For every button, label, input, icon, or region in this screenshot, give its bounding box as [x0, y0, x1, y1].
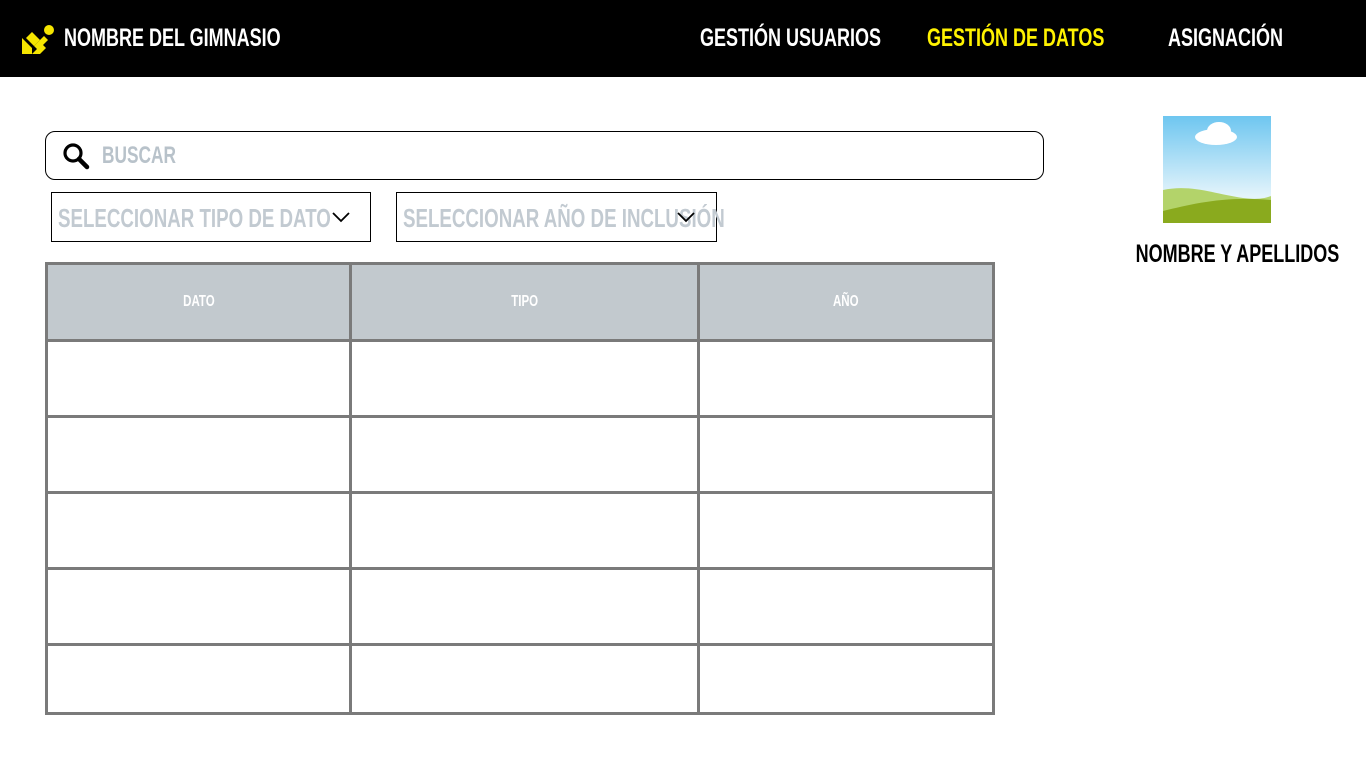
column-header-ano[interactable]: AÑO [696, 262, 996, 342]
data-type-select-label: SELECCIONAR TIPO DE DATO [58, 203, 331, 233]
top-navigation-bar: NOMBRE DEL GIMNASIO GESTIÓN USUARIOS GES… [0, 0, 1366, 77]
table-header-row: DATO TIPO AÑO [44, 262, 996, 342]
table-cell-dato [44, 643, 353, 715]
table-row[interactable] [44, 567, 996, 646]
data-table: DATO TIPO AÑO [44, 262, 996, 715]
profile-image-placeholder[interactable] [1163, 116, 1271, 223]
data-type-select[interactable]: SELECCIONAR TIPO DE DATO [51, 192, 371, 242]
table-cell-dato [44, 339, 353, 418]
table-row[interactable] [44, 643, 996, 715]
table-cell-dato [44, 491, 353, 570]
table-row[interactable] [44, 491, 996, 570]
nav-asignacion[interactable]: ASIGNACIÓN [1168, 22, 1328, 54]
table-cell-dato [44, 415, 353, 494]
table-cell-tipo [349, 567, 700, 646]
search-icon[interactable] [62, 142, 90, 170]
table-cell-ano [696, 491, 996, 570]
nav-gestion-de-datos[interactable]: GESTIÓN DE DATOS [927, 22, 1173, 54]
search-bar [45, 131, 1044, 180]
table-row[interactable] [44, 415, 996, 494]
table-cell-ano [696, 339, 996, 418]
table-cell-tipo [349, 643, 700, 715]
table-cell-tipo [349, 491, 700, 570]
column-header-dato[interactable]: DATO [44, 262, 353, 342]
gym-logo-icon[interactable] [22, 24, 54, 54]
table-cell-ano [696, 643, 996, 715]
profile-name: NOMBRE Y APELLIDOS [1135, 240, 1340, 268]
table-cell-tipo [349, 339, 700, 418]
gym-name: NOMBRE DEL GIMNASIO [64, 24, 281, 52]
table-row[interactable] [44, 339, 996, 418]
column-header-tipo[interactable]: TIPO [349, 262, 700, 342]
inclusion-year-select[interactable]: SELECCIONAR AÑO DE INCLUSIÓN [396, 192, 725, 242]
nav-gestion-usuarios[interactable]: GESTIÓN USUARIOS [700, 22, 951, 54]
chevron-down-icon [332, 212, 350, 223]
search-input[interactable] [102, 140, 750, 172]
table-cell-ano [696, 567, 996, 646]
table-cell-tipo [349, 415, 700, 494]
chevron-down-icon [677, 212, 695, 223]
table-cell-dato [44, 567, 353, 646]
table-cell-ano [696, 415, 996, 494]
